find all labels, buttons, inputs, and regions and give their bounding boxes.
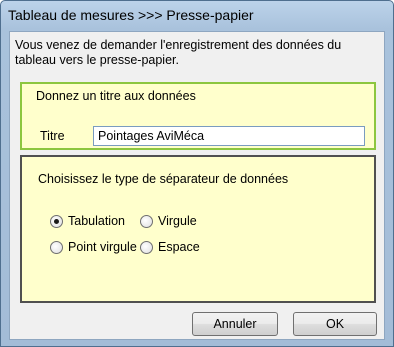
title-field-label: Titre: [40, 129, 65, 143]
window-title: Tableau de mesures >>> Presse-papier: [8, 7, 254, 23]
title-group: Donnez un titre aux données Titre: [20, 82, 376, 150]
cancel-button[interactable]: Annuler: [192, 312, 278, 336]
title-input[interactable]: [93, 126, 365, 146]
radio-point-virgule-button[interactable]: [50, 240, 63, 254]
radio-virgule-label: Virgule: [158, 214, 197, 228]
radio-espace[interactable]: Espace: [140, 240, 200, 254]
title-bar[interactable]: Tableau de mesures >>> Presse-papier: [1, 1, 393, 31]
radio-point-virgule[interactable]: Point virgule: [50, 240, 137, 254]
radio-point-virgule-label: Point virgule: [68, 240, 137, 254]
ok-button[interactable]: OK: [293, 312, 377, 336]
separator-group-heading: Choisissez le type de séparateur de donn…: [38, 172, 289, 186]
radio-virgule[interactable]: Virgule: [140, 214, 197, 228]
intro-message: Vous venez de demander l'enregistrement …: [15, 38, 342, 67]
radio-tabulation-button[interactable]: [50, 214, 63, 228]
radio-espace-button[interactable]: [140, 240, 153, 254]
dialog-content: Vous venez de demander l'enregistrement …: [9, 31, 385, 340]
radio-espace-label: Espace: [158, 240, 200, 254]
radio-tabulation-label: Tabulation: [68, 214, 125, 228]
separator-group: Choisissez le type de séparateur de donn…: [20, 155, 376, 303]
radio-tabulation[interactable]: Tabulation: [50, 214, 125, 228]
radio-virgule-button[interactable]: [140, 214, 153, 228]
dialog-window: Tableau de mesures >>> Presse-papier Vou…: [0, 0, 394, 347]
title-group-heading: Donnez un titre aux données: [36, 89, 196, 103]
